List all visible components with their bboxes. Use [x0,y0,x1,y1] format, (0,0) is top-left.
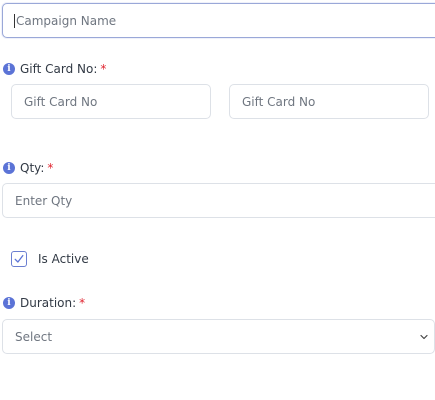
campaign-form: Campaign Name i Gift Card No: * Gift Car… [0,0,435,400]
checkmark-icon [14,254,24,263]
gift-card-label: Gift Card No: [20,62,98,76]
required-asterisk: * [47,161,54,175]
gift-card-to-input[interactable]: Gift Card No [229,84,429,119]
campaign-name-placeholder: Campaign Name [16,13,117,28]
gift-card-to-placeholder: Gift Card No [242,94,316,109]
required-asterisk: * [100,62,107,76]
qty-label: Qty: [20,161,45,175]
qty-placeholder: Enter Qty [15,193,73,208]
campaign-name-input[interactable]: Campaign Name [2,3,435,38]
duration-select[interactable]: Select [2,319,435,354]
qty-label-row: i Qty: * [3,161,53,175]
info-icon[interactable]: i [3,297,15,309]
qty-input[interactable]: Enter Qty [2,183,435,218]
gift-card-label-row: i Gift Card No: * [3,62,106,76]
gift-card-from-input[interactable]: Gift Card No [11,84,211,119]
chevron-down-icon[interactable] [420,334,428,340]
info-icon[interactable]: i [3,162,15,174]
required-asterisk: * [79,296,86,310]
gift-card-from-placeholder: Gift Card No [24,94,98,109]
is-active-checkbox[interactable] [11,251,27,267]
duration-selected-value: Select [15,329,53,344]
info-icon[interactable]: i [3,63,15,75]
duration-label: Duration: [20,296,77,310]
is-active-label[interactable]: Is Active [38,252,89,266]
duration-label-row: i Duration: * [3,296,85,310]
text-caret [14,13,15,28]
